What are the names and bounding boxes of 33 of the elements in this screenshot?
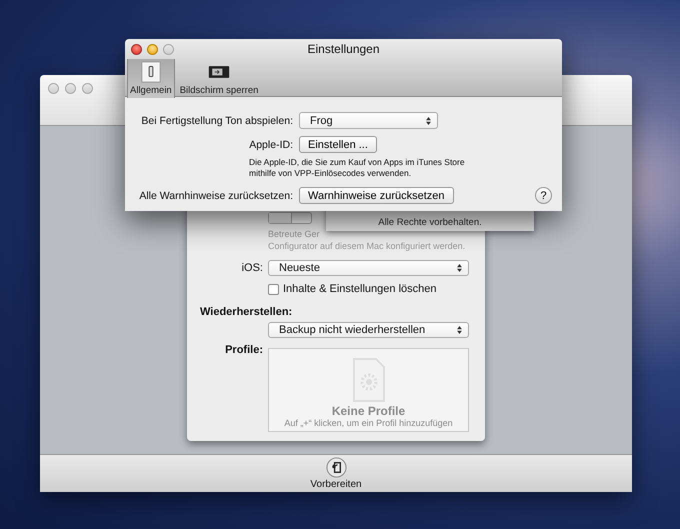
up-down-arrows-icon — [457, 264, 462, 272]
copyright-text: Alle Rechte vorbehalten. — [378, 217, 482, 228]
zoom-button[interactable] — [163, 44, 174, 55]
minimize-button[interactable] — [147, 44, 158, 55]
set-up-button[interactable]: Einstellen ... — [299, 136, 377, 153]
sound-label: Bei Fertigstellung Ton abspielen: — [141, 114, 293, 126]
prepare-button[interactable]: Vorbereiten — [306, 455, 366, 492]
empty-hint: Auf „+“ klicken, um ein Profil hinzuzufügen — [284, 418, 453, 428]
switch-panel-icon — [140, 61, 162, 83]
minimize-button[interactable] — [65, 83, 76, 94]
description-text: Configurator auf diesem Mac konfiguriert werden. — [268, 240, 466, 252]
sound-popup[interactable]: Frog — [299, 112, 438, 129]
close-button[interactable] — [131, 44, 142, 55]
restore-label: Wiederherstellen: — [200, 306, 292, 318]
help-button[interactable]: ? — [535, 187, 552, 204]
toggle-switch[interactable] — [268, 212, 312, 224]
ios-popup[interactable]: Neueste — [268, 260, 469, 276]
restore-popup[interactable]: Backup nicht wiederherstellen — [268, 322, 469, 338]
ios-label: iOS: — [242, 262, 263, 274]
empty-title: Keine Profile — [332, 404, 406, 418]
window-title: Einstellungen — [307, 41, 380, 56]
up-down-arrows-icon — [457, 326, 462, 334]
toolbar-tab[interactable]: Allgemein — [127, 59, 175, 98]
up-down-arrows-icon — [426, 116, 431, 124]
import-icon — [326, 457, 346, 478]
profiles-label: Profile: — [225, 344, 263, 356]
reset-warnings-label: Alle Warnhinweise zurücksetzen: — [139, 190, 293, 202]
apple-id-label: Apple-ID: — [249, 138, 293, 150]
apple-id-note: Die Apple-ID, die Sie zum Kauf von Apps im iTunes Store mithilfe von VPP-Einlösecodes verwenden. — [249, 157, 466, 179]
description-text: Betreute Ger — [268, 228, 320, 240]
reset-warnings-button[interactable]: Warnhinweise zurücksetzen — [299, 187, 454, 204]
erase-checkbox[interactable]: Inhalte & Einstellungen löschen — [268, 283, 469, 295]
zoom-button[interactable] — [82, 83, 93, 94]
